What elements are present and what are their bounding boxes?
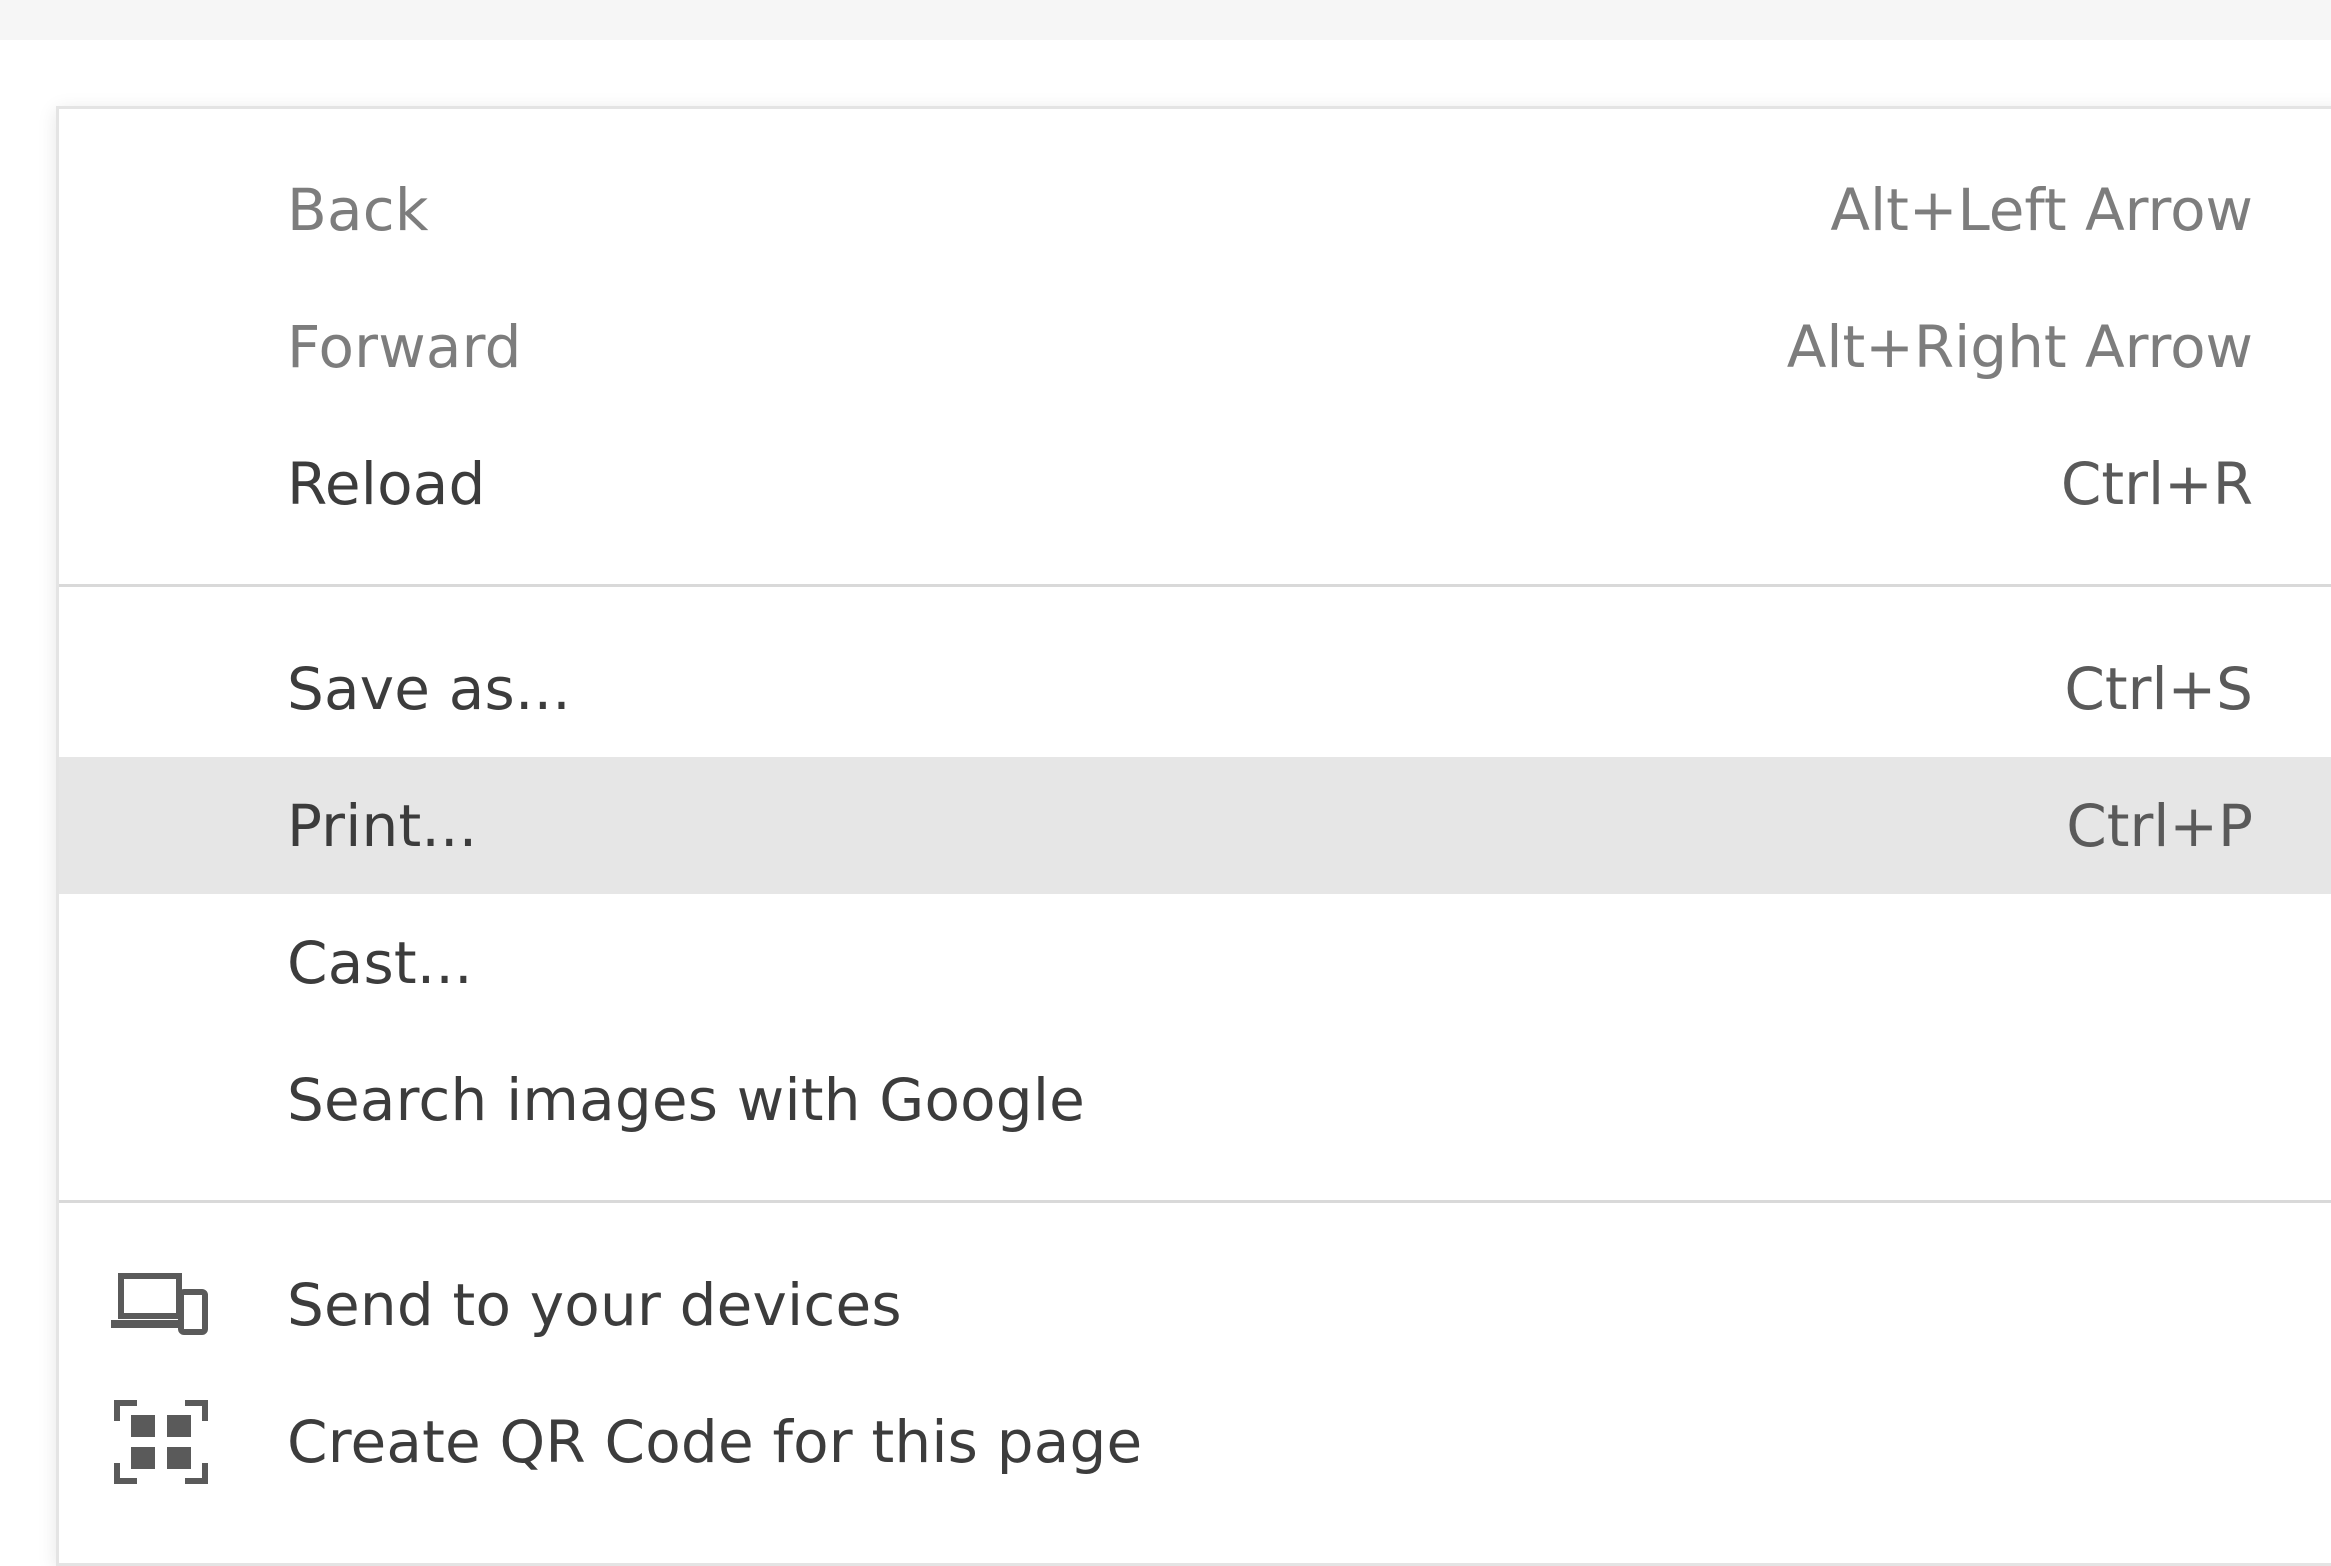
menu-item-label: Forward	[287, 312, 522, 381]
menu-item-label: Back	[287, 175, 429, 244]
menu-separator	[59, 584, 2331, 587]
menu-item-forward[interactable]: Forward Alt+Right Arrow	[59, 278, 2331, 415]
menu-item-label: Cast...	[287, 928, 473, 997]
menu-item-label: Search images with Google	[287, 1065, 1086, 1134]
qr-code-icon	[111, 1399, 211, 1484]
devices-icon	[111, 1265, 211, 1345]
menu-item-label: Send to your devices	[287, 1270, 902, 1339]
menu-item-shortcut: Ctrl+P	[2066, 791, 2253, 860]
menu-item-label: Create QR Code for this page	[287, 1407, 1143, 1476]
menu-separator	[59, 1200, 2331, 1203]
menu-item-shortcut: Alt+Left Arrow	[1830, 175, 2253, 244]
menu-item-create-qr-code[interactable]: Create QR Code for this page	[59, 1373, 2331, 1510]
menu-item-send-to-devices[interactable]: Send to your devices	[59, 1236, 2331, 1373]
menu-item-search-images[interactable]: Search images with Google	[59, 1031, 2331, 1168]
menu-item-shortcut: Ctrl+S	[2064, 654, 2253, 723]
menu-item-save-as[interactable]: Save as... Ctrl+S	[59, 620, 2331, 757]
menu-item-label: Save as...	[287, 654, 571, 723]
menu-item-shortcut: Alt+Right Arrow	[1786, 312, 2253, 381]
context-menu: Back Alt+Left Arrow Forward Alt+Right Ar…	[56, 106, 2331, 1566]
menu-item-reload[interactable]: Reload Ctrl+R	[59, 415, 2331, 552]
menu-item-cast[interactable]: Cast...	[59, 894, 2331, 1031]
menu-item-back[interactable]: Back Alt+Left Arrow	[59, 141, 2331, 278]
menu-item-label: Reload	[287, 449, 486, 518]
menu-item-shortcut: Ctrl+R	[2060, 449, 2253, 518]
menu-item-label: Print...	[287, 791, 478, 860]
menu-item-print[interactable]: Print... Ctrl+P	[59, 757, 2331, 894]
